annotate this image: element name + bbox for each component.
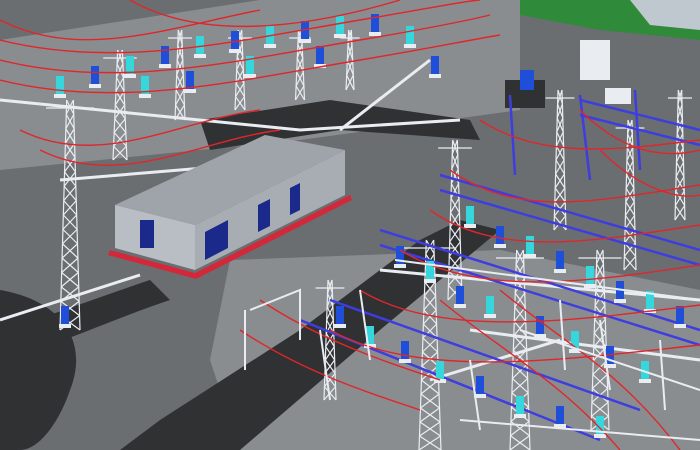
transformer-box: [605, 88, 631, 104]
transformer-radiator: [520, 70, 534, 90]
building-door-4: [290, 183, 300, 215]
building-door-1: [140, 220, 154, 248]
transformer-housing: [580, 40, 610, 80]
substation-scene: [0, 0, 700, 450]
